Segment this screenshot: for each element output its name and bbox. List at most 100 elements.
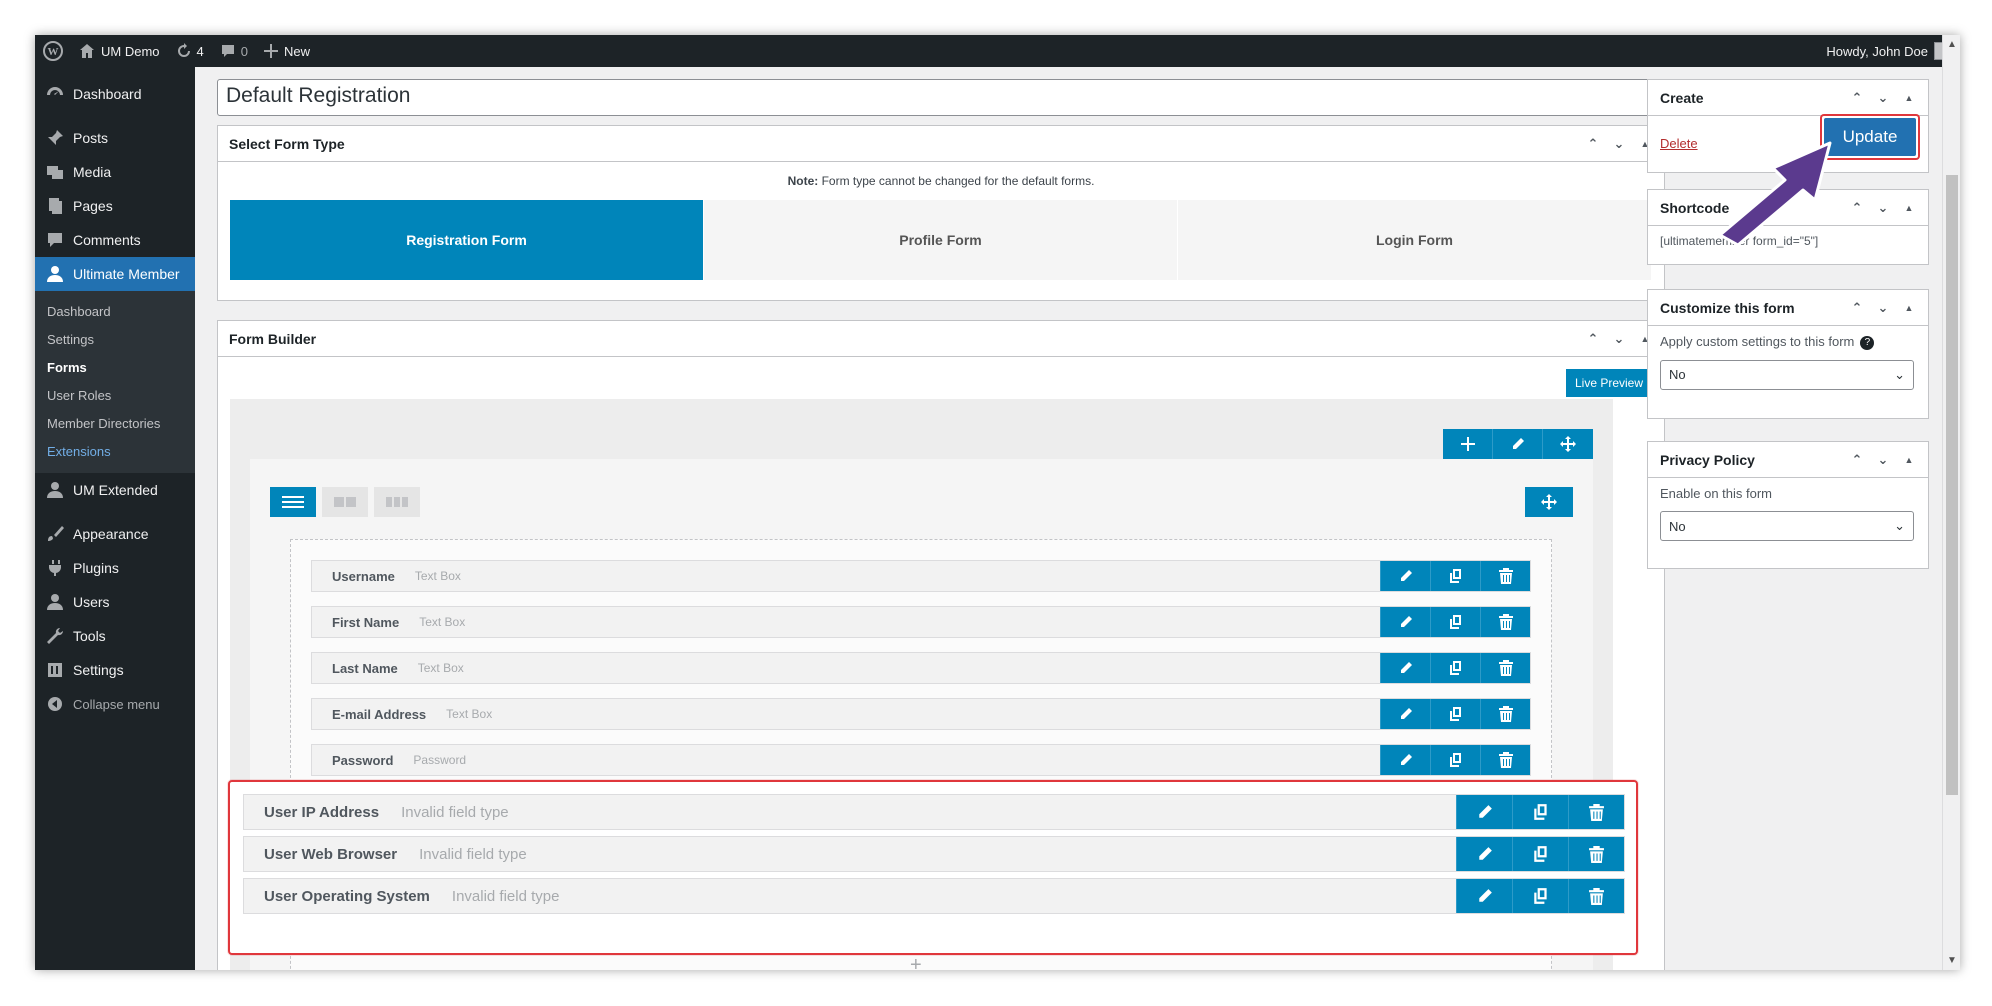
help-icon[interactable]: ? <box>1860 335 1875 350</box>
move-down-icon[interactable]: ⌄ <box>1876 300 1890 316</box>
field-row-first-name[interactable]: First Name Text Box <box>311 606 1531 638</box>
two-column-button[interactable] <box>322 487 368 517</box>
add-field-plus-icon[interactable]: + <box>910 955 922 970</box>
submenu-item-extensions[interactable]: Extensions <box>35 438 195 466</box>
move-column-button[interactable] <box>1525 487 1573 517</box>
move-down-icon[interactable]: ⌄ <box>1612 136 1626 152</box>
three-column-button[interactable] <box>374 487 420 517</box>
sidebar-item-plugins[interactable]: Plugins <box>35 551 195 585</box>
edit-field-button[interactable] <box>1380 745 1430 775</box>
move-up-icon[interactable]: ⌃ <box>1586 331 1600 347</box>
add-row-button[interactable] <box>1443 429 1493 459</box>
duplicate-field-button[interactable] <box>1430 745 1480 775</box>
delete-link[interactable]: Delete <box>1660 136 1698 151</box>
form-title-input[interactable]: Default Registration <box>217 79 1665 116</box>
move-up-icon[interactable]: ⌃ <box>1850 300 1864 316</box>
delete-field-button[interactable] <box>1480 561 1530 591</box>
field-row-username[interactable]: Username Text Box <box>311 560 1531 592</box>
move-up-icon[interactable]: ⌃ <box>1850 200 1864 216</box>
sidebar-item-posts[interactable]: Posts <box>35 121 195 155</box>
privacy-policy-select[interactable]: No ⌄ <box>1660 511 1914 541</box>
field-row-user-web-browser[interactable]: User Web Browser Invalid field type <box>243 836 1625 872</box>
duplicate-field-button[interactable] <box>1430 653 1480 683</box>
field-row-user-ip-address[interactable]: User IP Address Invalid field type <box>243 794 1625 830</box>
customize-form-select[interactable]: No ⌄ <box>1660 359 1914 390</box>
toggle-panel-icon[interactable]: ▲ <box>1902 303 1916 313</box>
submenu-item-member-directories[interactable]: Member Directories <box>35 410 195 438</box>
updates-link[interactable]: 4 <box>168 35 212 67</box>
duplicate-field-button[interactable] <box>1430 699 1480 729</box>
toggle-panel-icon[interactable]: ▲ <box>1902 203 1916 213</box>
move-icon <box>1541 494 1557 510</box>
page-scrollbar[interactable]: ▲ ▼ <box>1942 35 1960 970</box>
sidebar-item-um-extended[interactable]: UM Extended <box>35 473 195 507</box>
submenu-item-user-roles[interactable]: User Roles <box>35 382 195 410</box>
wordpress-logo-icon[interactable]: W <box>35 35 71 67</box>
live-preview-button[interactable]: Live Preview <box>1566 369 1652 397</box>
duplicate-field-button[interactable] <box>1512 879 1568 913</box>
duplicate-field-button[interactable] <box>1430 607 1480 637</box>
edit-field-button[interactable] <box>1380 699 1430 729</box>
scrollbar-thumb[interactable] <box>1946 175 1958 795</box>
comments-link[interactable]: 0 <box>212 35 256 67</box>
delete-field-button[interactable] <box>1568 879 1624 913</box>
field-row-user-operating-system[interactable]: User Operating System Invalid field type <box>243 878 1625 914</box>
edit-field-button[interactable] <box>1456 879 1512 913</box>
create-header: Create ⌃ ⌄ ▲ <box>1648 80 1928 116</box>
submenu-item-settings[interactable]: Settings <box>35 326 195 354</box>
edit-field-button[interactable] <box>1380 607 1430 637</box>
settings-icon <box>45 660 65 680</box>
submenu-item-forms[interactable]: Forms <box>35 354 195 382</box>
delete-field-button[interactable] <box>1480 607 1530 637</box>
field-row-last-name[interactable]: Last Name Text Box <box>311 652 1531 684</box>
sidebar-item-pages[interactable]: Pages <box>35 189 195 223</box>
duplicate-field-button[interactable] <box>1430 561 1480 591</box>
delete-field-button[interactable] <box>1480 653 1530 683</box>
duplicate-field-button[interactable] <box>1512 795 1568 829</box>
move-up-icon[interactable]: ⌃ <box>1850 90 1864 106</box>
sidebar-item-tools[interactable]: Tools <box>35 619 195 653</box>
field-row-email-address[interactable]: E-mail Address Text Box <box>311 698 1531 730</box>
toggle-panel-icon[interactable]: ▲ <box>1902 93 1916 103</box>
account-menu[interactable]: Howdy, John Doe <box>1826 42 1960 60</box>
site-name-link[interactable]: UM Demo <box>71 35 168 67</box>
field-row-password[interactable]: Password Password <box>311 744 1531 776</box>
sidebar-item-users[interactable]: Users <box>35 585 195 619</box>
home-icon <box>80 44 94 58</box>
sidebar-item-ultimate-member[interactable]: Ultimate Member <box>35 257 195 291</box>
registration-form-tab[interactable]: Registration Form <box>230 200 704 280</box>
delete-field-button[interactable] <box>1480 745 1530 775</box>
edit-field-button[interactable] <box>1456 795 1512 829</box>
new-content-link[interactable]: New <box>256 35 318 67</box>
move-up-icon[interactable]: ⌃ <box>1850 452 1864 468</box>
duplicate-field-button[interactable] <box>1512 837 1568 871</box>
one-column-button[interactable] <box>270 487 316 517</box>
edit-field-button[interactable] <box>1380 561 1430 591</box>
edit-row-button[interactable] <box>1493 429 1543 459</box>
sidebar-item-settings[interactable]: Settings <box>35 653 195 687</box>
scroll-down-icon[interactable]: ▼ <box>1947 955 1957 966</box>
move-down-icon[interactable]: ⌄ <box>1612 331 1626 347</box>
sidebar-item-dashboard[interactable]: Dashboard <box>35 77 195 111</box>
edit-field-button[interactable] <box>1380 653 1430 683</box>
sidebar-item-media[interactable]: Media <box>35 155 195 189</box>
sidebar-item-comments[interactable]: Comments <box>35 223 195 257</box>
sidebar-item-appearance[interactable]: Appearance <box>35 517 195 551</box>
collapse-menu-button[interactable]: Collapse menu <box>35 687 195 721</box>
edit-field-button[interactable] <box>1456 837 1512 871</box>
move-up-icon[interactable]: ⌃ <box>1586 136 1600 152</box>
move-down-icon[interactable]: ⌄ <box>1876 452 1890 468</box>
delete-field-button[interactable] <box>1568 795 1624 829</box>
submenu-item-dashboard[interactable]: Dashboard <box>35 298 195 326</box>
move-row-button[interactable] <box>1543 429 1593 459</box>
move-down-icon[interactable]: ⌄ <box>1876 90 1890 106</box>
delete-field-button[interactable] <box>1480 699 1530 729</box>
move-down-icon[interactable]: ⌄ <box>1876 200 1890 216</box>
pin-icon <box>45 128 65 148</box>
toggle-panel-icon[interactable]: ▲ <box>1902 455 1916 465</box>
scroll-up-icon[interactable]: ▲ <box>1947 39 1957 50</box>
delete-field-button[interactable] <box>1568 837 1624 871</box>
profile-form-tab[interactable]: Profile Form <box>704 200 1178 280</box>
login-form-tab[interactable]: Login Form <box>1178 200 1652 280</box>
customize-form-box: Customize this form ⌃ ⌄ ▲ Apply custom s… <box>1647 289 1929 419</box>
